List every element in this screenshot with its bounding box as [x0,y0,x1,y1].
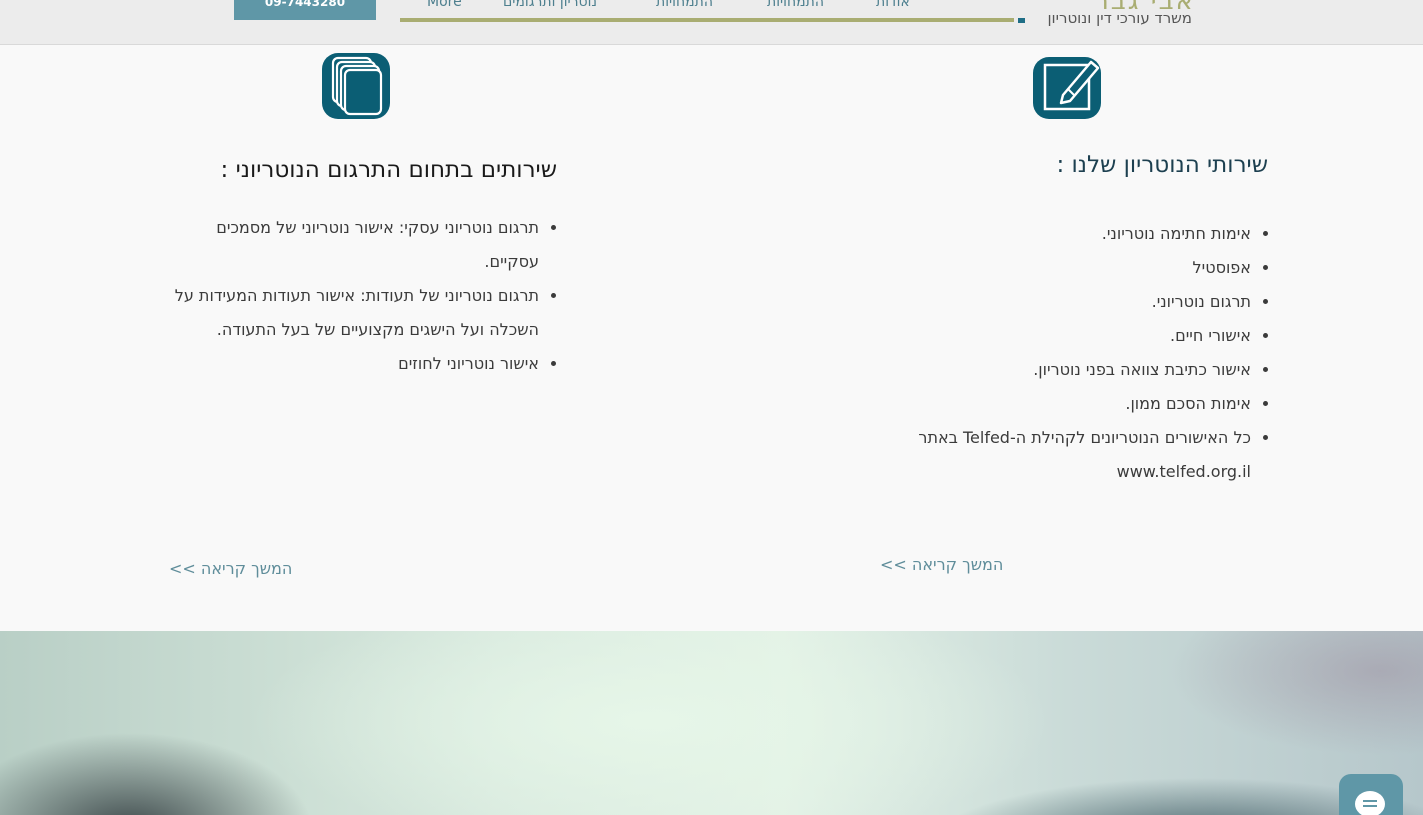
nav-item-specializations-a[interactable]: התמחויות [656,0,713,10]
list-item: אימות חתימה נוטריוני. [891,217,1251,251]
list-item: אישור נוטריוני לחוזים [159,347,539,381]
list-item: אפוסטיל [891,251,1251,285]
nav-item-about[interactable]: אודות [876,0,910,10]
edit-icon [1033,57,1101,119]
nav-underline [400,18,1014,22]
list-item: תרגום נוטריוני. [891,285,1251,319]
phone-button[interactable]: 09-7443280 [234,0,376,20]
documents-icon [322,53,390,119]
notary-read-more-link[interactable]: המשך קריאה >> [880,555,1003,574]
chat-icon [1355,791,1385,815]
list-item[interactable]: כל האישורים הנוטריונים לקהילת ה-Telfed ב… [891,421,1251,489]
nav-item-notary-translations[interactable]: נוטריון ותרגומים [503,0,597,10]
notary-services-list: אימות חתימה נוטריוני. אפוסטיל תרגום נוטר… [891,217,1251,489]
list-item: אישור כתיבת צוואה בפני נוטריון. [891,353,1251,387]
site-subtitle: משרד עורכי דין ונוטריון [1047,9,1192,27]
nav-item-more[interactable]: More [427,0,462,10]
list-item: תרגום נוטריוני של תעודות: אישור תעודות ה… [159,279,539,347]
list-item: תרגום נוטריוני עסקי: אישור נוטריוני של מ… [159,211,539,279]
translation-services-list: תרגום נוטריוני עסקי: אישור נוטריוני של מ… [159,211,539,381]
list-item: אימות הסכם ממון. [891,387,1251,421]
translation-services-title: שירותים בתחום התרגום הנוטריוני : [220,157,557,183]
site-logo[interactable]: אבי גבר [965,0,1195,16]
site-header: 09-7443280 More נוטריון ותרגומים התמחויו… [0,0,1423,45]
background-image-strip [0,631,1423,815]
nav-item-specializations-b[interactable]: התמחויות [767,0,824,10]
notary-services-title: שירותי הנוטריון שלנו : [1056,152,1268,178]
chat-button[interactable] [1339,774,1403,815]
nav-divider-dot [1018,18,1025,23]
translation-read-more-link[interactable]: המשך קריאה >> [169,559,292,578]
list-item: אישורי חיים. [891,319,1251,353]
